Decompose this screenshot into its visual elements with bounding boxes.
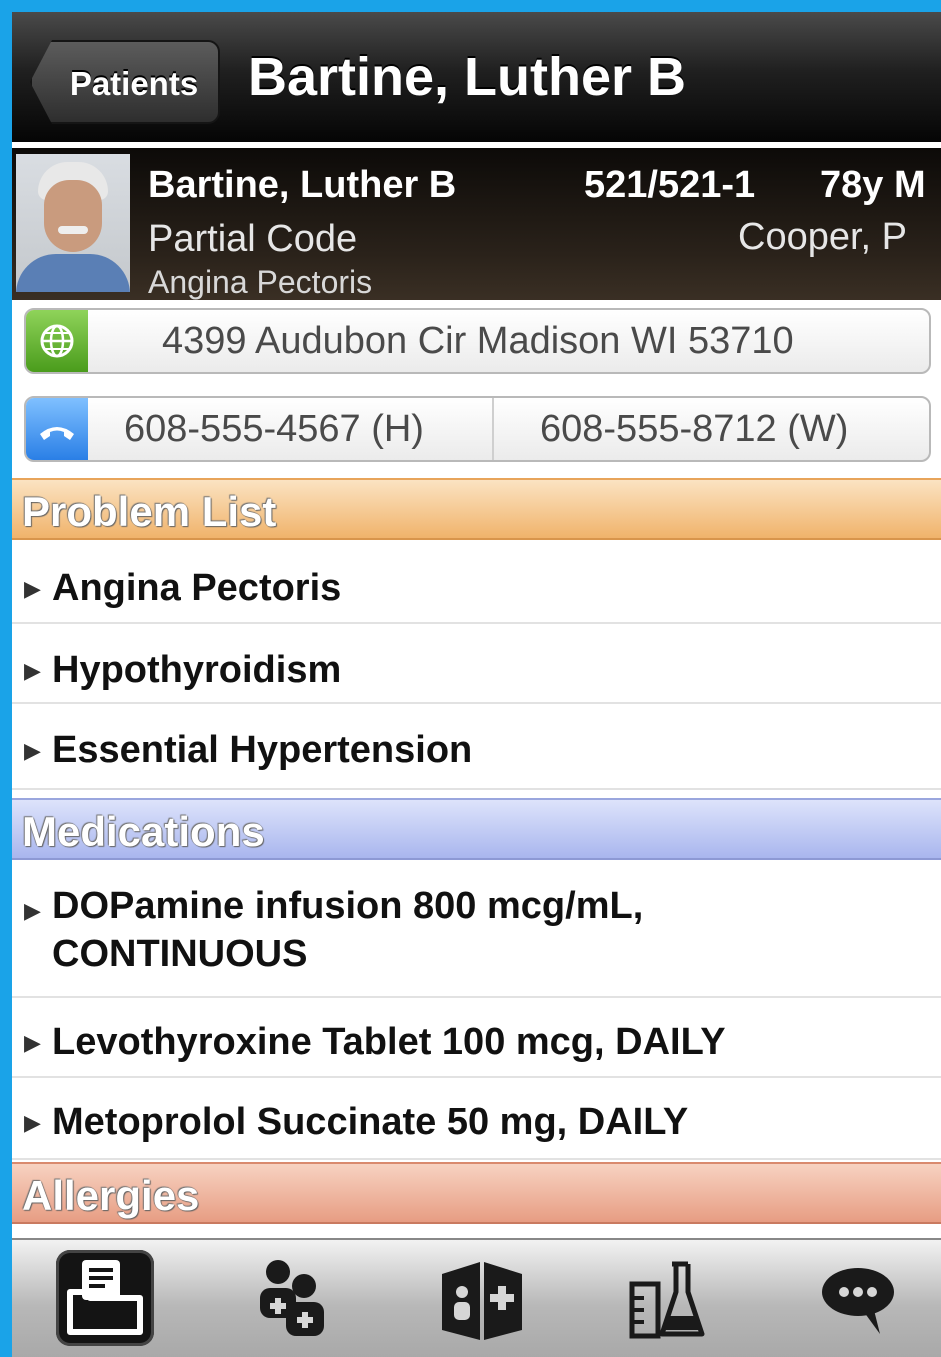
messages-icon <box>822 1268 894 1334</box>
hospital-icon <box>442 1262 522 1340</box>
disclosure-triangle-icon: ▶ <box>24 576 41 601</box>
problem-label: Hypothyroidism <box>52 649 342 691</box>
navigation-bar: Patients Bartine, Luther B <box>12 12 941 142</box>
section-header-problem-list: Problem List <box>12 478 941 540</box>
medication-label: Metoprolol Succinate 50 mg, DAILY <box>52 1101 689 1143</box>
problem-item[interactable]: ▶ Hypothyroidism <box>12 624 941 704</box>
disclosure-triangle-icon: ▶ <box>24 658 41 683</box>
problem-item[interactable]: ▶ Angina Pectoris <box>12 542 941 624</box>
patient-room: 521/521-1 <box>584 164 756 206</box>
care-team-icon <box>260 1260 324 1336</box>
divider <box>492 398 494 460</box>
patient-header: Bartine, Luther B 521/521-1 78y M Partia… <box>12 148 941 300</box>
tab-hospital[interactable] <box>432 1250 532 1348</box>
app-screen: Patients Bartine, Luther B Bartine, Luth… <box>12 12 941 1357</box>
phone-home-button[interactable]: 608-555-4567 (H) <box>124 398 424 460</box>
tab-lab-results[interactable] <box>618 1250 718 1348</box>
tab-care-team[interactable] <box>242 1250 342 1348</box>
chart-icon <box>67 1260 143 1335</box>
tab-chart[interactable] <box>56 1250 156 1348</box>
primary-diagnosis: Angina Pectoris <box>148 264 373 300</box>
medication-item[interactable]: ▶ Levothyroxine Tablet 100 mcg, DAILY <box>12 998 941 1078</box>
section-title: Problem List <box>22 488 277 535</box>
code-status: Partial Code <box>148 218 358 260</box>
section-header-medications: Medications <box>12 798 941 860</box>
lab-results-icon <box>629 1261 705 1339</box>
section-title: Medications <box>22 808 265 855</box>
medication-label: Levothyroxine Tablet 100 mcg, DAILY <box>52 1021 726 1063</box>
globe-icon <box>26 310 88 372</box>
address-text: 4399 Audubon Cir Madison WI 53710 <box>162 320 794 362</box>
disclosure-triangle-icon: ▶ <box>24 738 41 763</box>
phone-work-button[interactable]: 608-555-8712 (W) <box>540 398 848 460</box>
address-button[interactable]: 4399 Audubon Cir Madison WI 53710 <box>24 308 931 374</box>
problem-label: Angina Pectoris <box>52 567 342 609</box>
page-title: Bartine, Luther B <box>248 47 687 107</box>
tab-messages[interactable] <box>808 1250 908 1348</box>
tab-bar <box>12 1238 941 1357</box>
medication-item[interactable]: ▶ Metoprolol Succinate 50 mg, DAILY <box>12 1078 941 1160</box>
disclosure-triangle-icon: ▶ <box>24 1030 41 1055</box>
attending-doctor: Cooper, P <box>738 216 907 258</box>
patient-age-sex: 78y M <box>820 164 926 206</box>
phone-row: 608-555-4567 (H) 608-555-8712 (W) <box>24 396 931 462</box>
patient-name: Bartine, Luther B <box>148 164 457 206</box>
problem-item[interactable]: ▶ Essential Hypertension <box>12 704 941 790</box>
phone-icon <box>26 398 88 460</box>
disclosure-triangle-icon: ▶ <box>24 1110 41 1135</box>
problem-label: Essential Hypertension <box>52 729 473 771</box>
section-header-allergies: Allergies <box>12 1162 941 1224</box>
back-button-patients[interactable]: Patients <box>30 40 220 124</box>
section-title: Allergies <box>22 1172 200 1219</box>
patient-photo <box>16 154 130 292</box>
medication-item[interactable]: ▶ DOPamine infusion 800 mcg/mL, CONTINUO… <box>12 862 941 998</box>
medication-label: DOPamine infusion 800 mcg/mL, CONTINUOUS <box>52 885 644 975</box>
disclosure-triangle-icon: ▶ <box>24 898 41 923</box>
